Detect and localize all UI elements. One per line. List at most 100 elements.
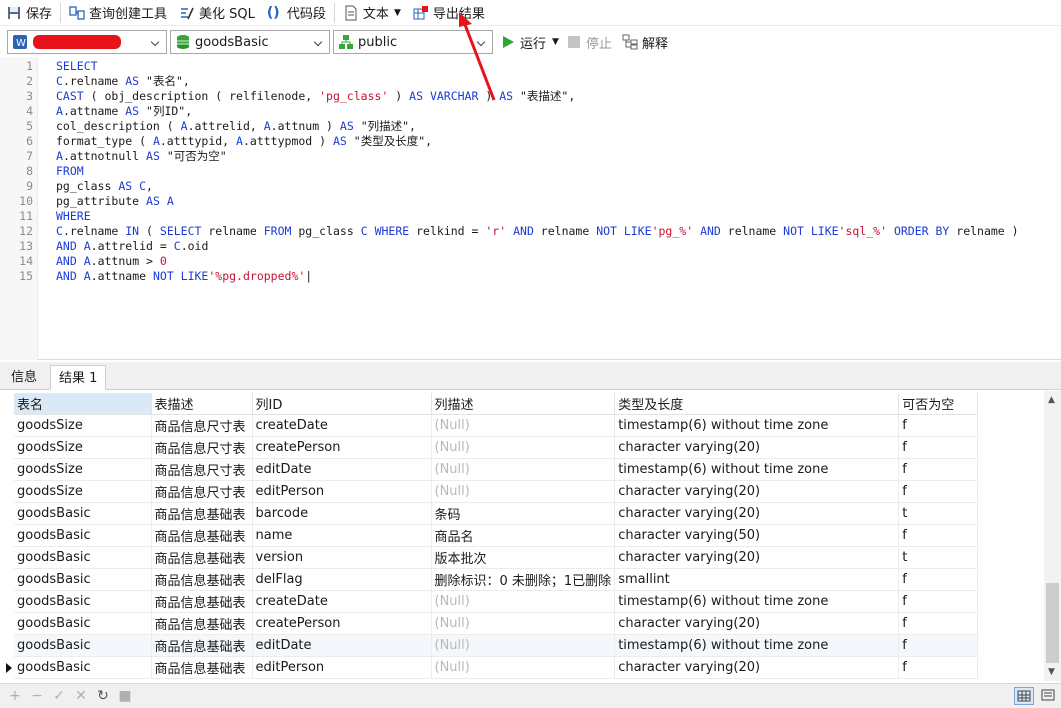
column-header[interactable]: 表名 [14,393,152,415]
table-cell[interactable]: f [898,458,979,481]
table-cell[interactable]: character varying(20) [614,546,900,569]
column-header[interactable]: 可否为空 [898,393,979,415]
table-row[interactable]: goodsBasic 商品信息基础表 version 版本批次 character va… [14,546,979,569]
table-cell[interactable]: f [898,436,979,459]
table-cell[interactable]: createDate [252,414,432,437]
table-cell[interactable]: goodsBasic [14,502,152,525]
table-cell[interactable]: character varying(20) [614,436,900,459]
table-cell[interactable]: t [898,546,979,569]
refresh-icon[interactable]: ↻ [92,685,114,707]
table-row[interactable]: goodsBasic 商品信息基础表 name 商品名 character varyin… [14,524,979,547]
table-cell[interactable]: (Null) [431,612,616,635]
table-cell[interactable]: editDate [252,458,432,481]
table-cell[interactable]: barcode [252,502,432,525]
table-cell[interactable]: f [898,524,979,547]
table-cell[interactable]: 商品信息尺寸表 [151,414,253,437]
stop-button[interactable]: 停止 [567,33,612,52]
table-cell[interactable]: f [898,568,979,591]
table-cell[interactable]: timestamp(6) without time zone [614,414,900,437]
table-row[interactable]: goodsSize 商品信息尺寸表 editPerson (Null) characte… [14,480,979,503]
table-cell[interactable]: character varying(20) [614,656,900,679]
table-row[interactable]: goodsSize 商品信息尺寸表 editDate (Null) timestamp(… [14,458,979,481]
table-cell[interactable]: goodsSize [14,480,152,503]
table-cell[interactable]: f [898,612,979,635]
table-cell[interactable]: timestamp(6) without time zone [614,458,900,481]
column-header[interactable]: 列ID [252,393,432,415]
table-row[interactable]: goodsBasic 商品信息基础表 editDate (Null) timestamp… [14,634,979,657]
table-cell[interactable]: goodsBasic [14,524,152,547]
table-cell[interactable]: (Null) [431,436,616,459]
table-cell[interactable]: (Null) [431,414,616,437]
table-cell[interactable]: 商品信息基础表 [151,634,253,657]
table-cell[interactable]: (Null) [431,634,616,657]
run-button[interactable]: 运行 ▼ [500,33,559,52]
table-cell[interactable]: goodsSize [14,436,152,459]
tab-result-1[interactable]: 结果 1 [50,365,107,390]
table-cell[interactable]: 版本批次 [431,546,616,569]
table-cell[interactable]: 商品信息基础表 [151,612,253,635]
grid-view-icon[interactable] [1014,687,1034,705]
table-cell[interactable]: 商品信息尺寸表 [151,436,253,459]
table-cell[interactable]: 商品信息基础表 [151,524,253,547]
table-cell[interactable]: editPerson [252,480,432,503]
table-cell[interactable]: (Null) [431,590,616,613]
form-view-icon[interactable] [1039,687,1059,705]
table-row[interactable]: goodsBasic 商品信息基础表 createPerson (Null) chara… [14,612,979,635]
table-row[interactable]: goodsBasic 商品信息基础表 delFlag 删除标识：0 未删除；1已删除 s… [14,568,979,591]
table-cell[interactable]: createDate [252,590,432,613]
tab-info[interactable]: 信息 [3,365,45,390]
table-cell[interactable]: character varying(20) [614,502,900,525]
table-cell[interactable]: goodsBasic [14,590,152,613]
export-results-button[interactable]: 导出结果 [407,2,491,24]
table-row[interactable]: goodsSize 商品信息尺寸表 createPerson (Null) charac… [14,436,979,459]
add-row-icon[interactable]: + [4,685,26,707]
table-cell[interactable]: timestamp(6) without time zone [614,590,900,613]
chevron-down-icon[interactable] [150,35,162,49]
save-button[interactable]: 保存 [0,2,58,24]
table-cell[interactable]: t [898,502,979,525]
table-cell[interactable]: createPerson [252,612,432,635]
table-cell[interactable]: f [898,590,979,613]
stop-icon[interactable]: ■ [114,685,136,707]
table-cell[interactable]: (Null) [431,480,616,503]
table-cell[interactable]: createPerson [252,436,432,459]
table-cell[interactable]: editPerson [252,656,432,679]
table-cell[interactable]: character varying(20) [614,612,900,635]
column-header[interactable]: 表描述 [151,393,253,415]
chevron-down-icon[interactable]: ▼ [1048,667,1055,677]
table-cell[interactable]: 条码 [431,502,616,525]
beautify-sql-button[interactable]: 美化 SQL [173,2,261,24]
column-header[interactable]: 列描述 [431,393,616,415]
table-cell[interactable]: 商品名 [431,524,616,547]
table-row[interactable]: goodsBasic 商品信息基础表 createDate (Null) timesta… [14,590,979,613]
schema-select[interactable]: public [333,30,493,54]
table-cell[interactable]: 商品信息尺寸表 [151,480,253,503]
result-grid[interactable]: 表名 表描述 列ID 列描述 类型及长度 可否为空 goodsSize 商品信息尺… [0,391,1061,681]
scrollbar-thumb[interactable] [1046,583,1059,663]
table-cell[interactable]: name [252,524,432,547]
column-header[interactable]: 类型及长度 [614,393,900,415]
table-cell[interactable]: 商品信息基础表 [151,590,253,613]
table-cell[interactable]: goodsBasic [14,568,152,591]
table-cell[interactable]: goodsSize [14,414,152,437]
database-select[interactable]: goodsBasic [170,30,330,54]
table-cell[interactable]: f [898,480,979,503]
table-cell[interactable]: editDate [252,634,432,657]
delete-row-icon[interactable]: − [26,685,48,707]
table-cell[interactable]: delFlag [252,568,432,591]
explain-button[interactable]: 解释 [622,33,668,52]
table-cell[interactable]: goodsBasic [14,656,152,679]
sql-editor[interactable]: 1 2 3 4 5 6 7 8 9 10 11 12 13 14 15 SELECT C.relname A… [0,57,1061,360]
table-row[interactable]: goodsBasic 商品信息基础表 editPerson (Null) charact… [14,656,979,679]
discard-x-icon[interactable]: ✕ [70,685,92,707]
table-cell[interactable]: version [252,546,432,569]
code-snippet-button[interactable]: () 代码段 [261,2,332,24]
table-cell[interactable]: f [898,656,979,679]
table-cell[interactable]: (Null) [431,656,616,679]
table-cell[interactable]: f [898,634,979,657]
table-cell[interactable]: goodsBasic [14,546,152,569]
table-cell[interactable]: smallint [614,568,900,591]
query-builder-button[interactable]: 查询创建工具 [63,2,173,24]
table-cell[interactable]: (Null) [431,458,616,481]
table-cell[interactable]: goodsBasic [14,612,152,635]
